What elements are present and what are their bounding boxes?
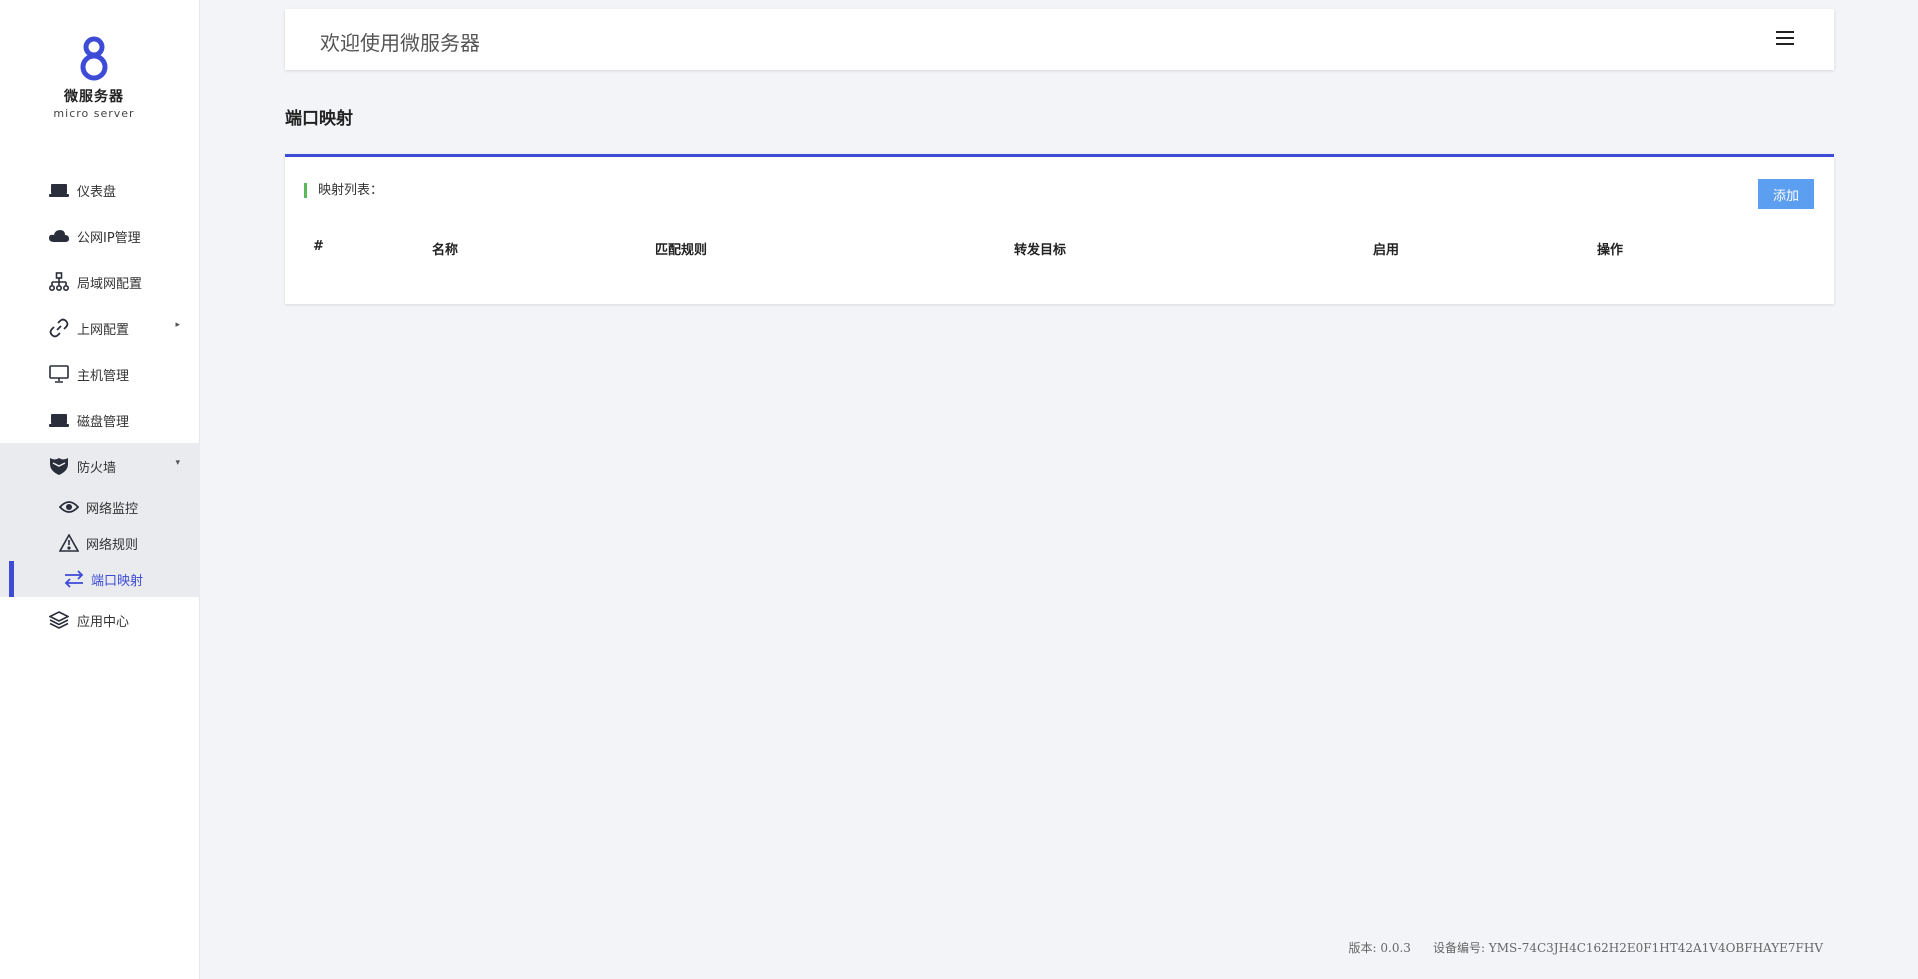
table-header: # 名称 匹配规则 转发目标 启用 操作: [285, 239, 1834, 259]
eye-icon: [58, 496, 80, 518]
sidebar-item-firewall[interactable]: 防火墙 ▾: [0, 443, 200, 489]
sidebar-item-public-ip[interactable]: 公网IP管理: [0, 213, 200, 259]
add-button[interactable]: 添加: [1758, 179, 1814, 209]
sidebar-item-label: 局域网配置: [77, 276, 143, 292]
column-header-forward-target: 转发目标: [1014, 243, 1067, 258]
sidebar-item-app-center[interactable]: 应用中心: [0, 597, 200, 643]
sidebar-item-label: 端口映射: [91, 573, 144, 589]
mapping-list-label: 映射列表：: [304, 183, 383, 198]
sidebar-item-network-monitor[interactable]: 网络监控: [0, 489, 200, 525]
brand-subtitle: micro server: [53, 107, 135, 120]
sidebar-item-lan-config[interactable]: 局域网配置: [0, 259, 200, 305]
welcome-title: 欢迎使用微服务器: [320, 31, 480, 55]
column-header-name: 名称: [432, 243, 459, 258]
disk-icon: [48, 409, 70, 431]
sidebar-item-label: 网络监控: [86, 501, 139, 517]
laptop-icon: [48, 179, 70, 201]
sidebar-item-label: 磁盘管理: [77, 414, 130, 430]
column-header-match-rule: 匹配规则: [655, 243, 708, 258]
column-header-index: #: [313, 239, 324, 254]
sidebar-item-label: 网络规则: [86, 537, 139, 553]
sitemap-icon: [48, 271, 70, 293]
sidebar-item-host-management[interactable]: 主机管理: [0, 351, 200, 397]
device-id-text: 设备编号: YMS-74C3JH4C162H2E0F1HT42A1V4OBFHA…: [1432, 941, 1823, 955]
sidebar-group-firewall: 防火墙 ▾ 网络监控 网络规则 端口映射: [0, 443, 200, 597]
port-mapping-card: 映射列表： 添加 # 名称 匹配规则 转发目标 启用 操作: [285, 154, 1834, 304]
layers-icon: [48, 609, 70, 631]
brand-logo-icon: [80, 36, 108, 81]
sidebar-item-label: 仪表盘: [77, 184, 117, 200]
version-text: 版本: 0.0.3: [1348, 941, 1411, 955]
chevron-down-icon: ▾: [175, 458, 180, 468]
sidebar-item-port-mapping[interactable]: 端口映射: [0, 561, 200, 597]
link-icon: [48, 317, 70, 339]
brand[interactable]: 微服务器 micro server: [0, 34, 188, 120]
app-root: 微服务器 micro server 仪表盘 公网IP管理 局域网配置 上网配置 …: [0, 0, 1918, 979]
shield-icon: [48, 455, 70, 477]
sidebar-item-internet-config[interactable]: 上网配置 ▸: [0, 305, 200, 351]
sidebar-item-label: 上网配置: [77, 322, 130, 338]
column-header-enabled: 启用: [1373, 243, 1400, 258]
monitor-icon: [48, 363, 70, 385]
sidebar-item-disk-management[interactable]: 磁盘管理: [0, 397, 200, 443]
sidebar: 微服务器 micro server 仪表盘 公网IP管理 局域网配置 上网配置 …: [0, 0, 200, 979]
column-header-actions: 操作: [1597, 243, 1624, 258]
chevron-right-icon: ▸: [175, 320, 180, 330]
sidebar-item-label: 应用中心: [77, 614, 130, 630]
footer: 版本: 0.0.3 设备编号: YMS-74C3JH4C162H2E0F1HT42…: [1349, 939, 1823, 956]
sidebar-item-network-rules[interactable]: 网络规则: [0, 525, 200, 561]
sidebar-nav: 仪表盘 公网IP管理 局域网配置 上网配置 ▸ 主机管理 磁盘管理 防火墙 ▾ …: [0, 167, 200, 643]
sidebar-item-label: 主机管理: [77, 368, 130, 384]
page-title: 端口映射: [285, 109, 353, 129]
warning-icon: [58, 532, 80, 554]
sidebar-item-dashboard[interactable]: 仪表盘: [0, 167, 200, 213]
cloud-icon: [48, 225, 70, 247]
hamburger-icon[interactable]: [1776, 31, 1794, 47]
exchange-icon: [63, 568, 85, 590]
sidebar-item-label: 公网IP管理: [77, 230, 141, 246]
top-bar: 欢迎使用微服务器: [285, 9, 1834, 70]
sidebar-item-label: 防火墙: [77, 460, 117, 476]
brand-name: 微服务器: [64, 89, 124, 105]
